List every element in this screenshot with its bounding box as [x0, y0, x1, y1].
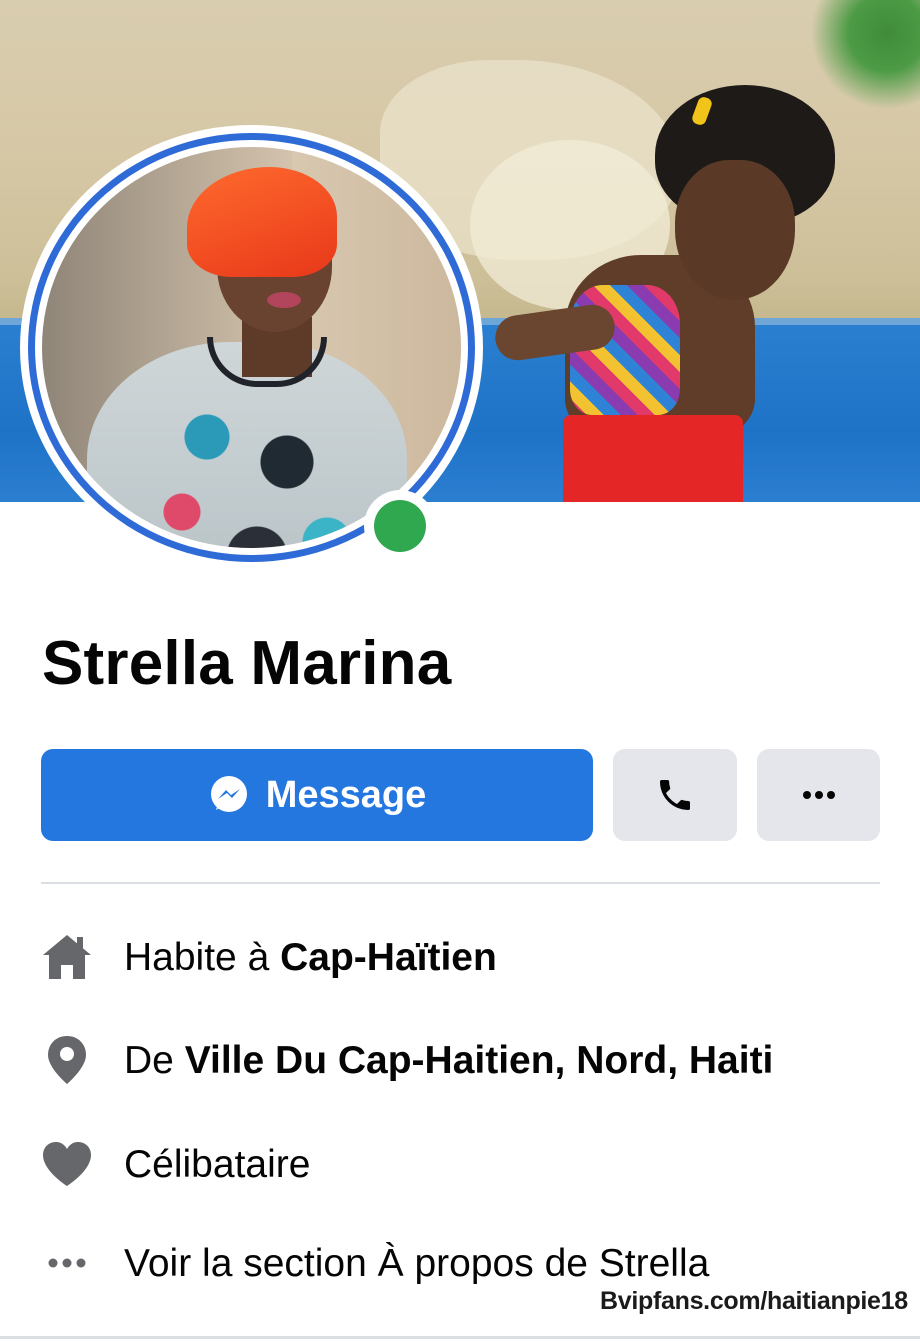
cover-person-face: [675, 160, 795, 300]
intro-from: De Ville Du Cap-Haitien, Nord, Haiti: [40, 1033, 773, 1087]
messenger-icon: [210, 776, 247, 812]
from-place[interactable]: Ville Du Cap-Haitien, Nord, Haiti: [185, 1039, 774, 1082]
relationship-status: Célibataire: [124, 1142, 311, 1186]
lives-in-prefix: Habite à: [124, 935, 270, 979]
online-status-indicator: [364, 490, 436, 562]
message-button[interactable]: Message: [41, 749, 593, 841]
lives-in-place[interactable]: Cap-Haïtien: [280, 936, 497, 979]
more-horizontal-icon: [802, 791, 835, 799]
avatar-lips: [267, 292, 301, 308]
intro-from-text: De Ville Du Cap-Haitien, Nord, Haiti: [124, 1041, 773, 1080]
intro-lives-in-text: Habite à Cap-Haïtien: [124, 938, 497, 977]
section-divider: [41, 882, 880, 884]
more-options-button[interactable]: [757, 749, 880, 841]
avatar-photo: [42, 147, 461, 548]
profile-name: Strella Marina: [42, 629, 452, 698]
intro-see-about[interactable]: Voir la section À propos de Strella: [40, 1236, 709, 1290]
intro-relationship: Célibataire: [40, 1137, 310, 1191]
call-button[interactable]: [613, 749, 737, 841]
home-icon: [40, 930, 94, 984]
online-dot: [374, 500, 426, 552]
watermark: Bvipfans.com/haitianpie18: [600, 1287, 908, 1315]
phone-icon: [660, 780, 690, 810]
cover-person: [492, 85, 840, 502]
heart-icon: [40, 1137, 94, 1191]
message-button-label: Message: [265, 773, 427, 816]
bottom-divider: [0, 1336, 920, 1339]
cover-person-skirt: [563, 415, 743, 502]
location-pin-icon: [40, 1033, 94, 1087]
intro-lives-in: Habite à Cap-Haïtien: [40, 930, 497, 984]
from-prefix: De: [124, 1038, 174, 1082]
avatar-hair: [187, 167, 337, 277]
see-about-link[interactable]: Voir la section À propos de Strella: [124, 1244, 709, 1283]
more-horizontal-icon: [40, 1236, 94, 1290]
